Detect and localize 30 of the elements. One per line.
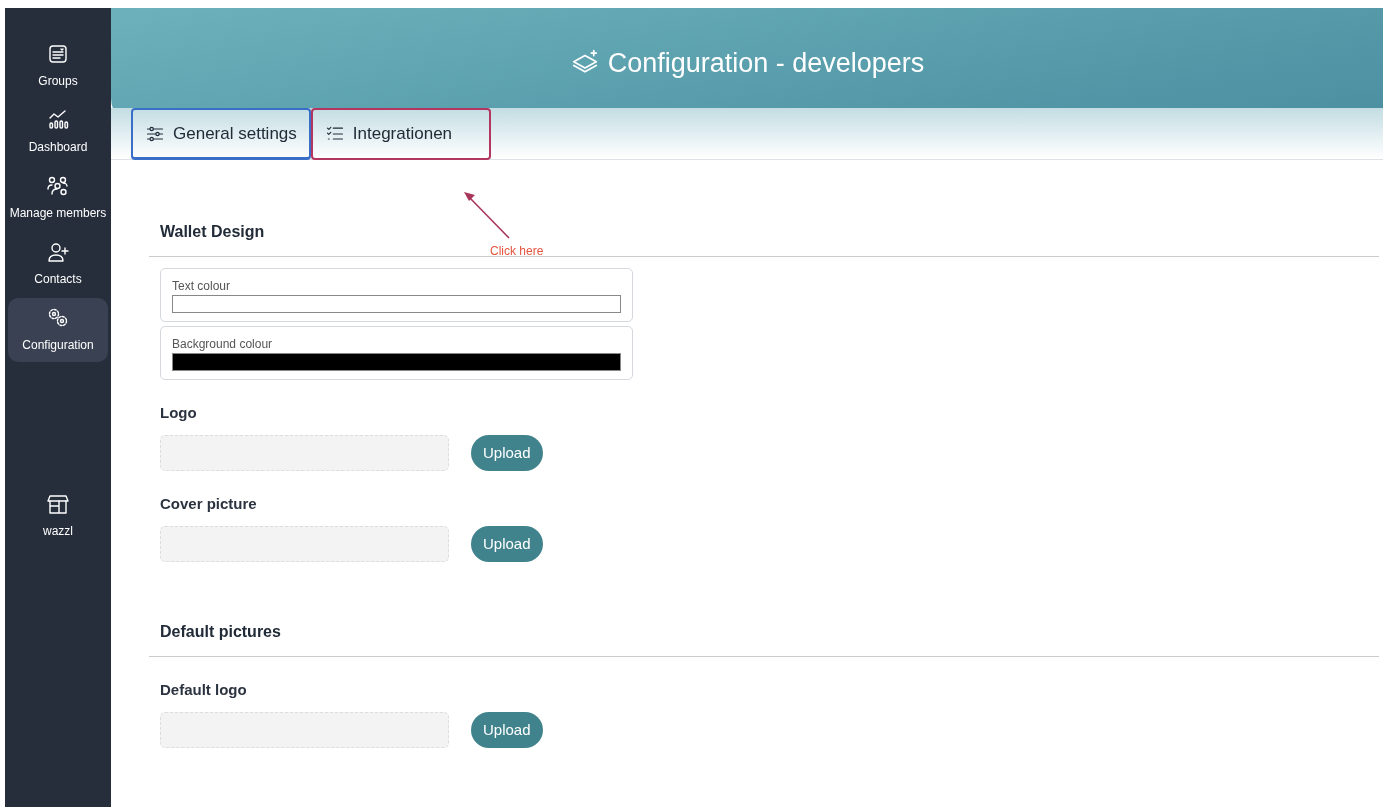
sidebar-item[interactable]: Dashboard [8,100,108,164]
upload-button[interactable]: Upload [471,434,543,471]
tab[interactable]: Integrationen [310,108,491,160]
image-dropzone[interactable] [160,711,449,748]
sidebar-item[interactable]: wazzl [8,484,108,548]
people-icon [46,174,70,198]
tab[interactable]: General settings [131,108,311,160]
person-add-icon [46,240,70,264]
image-dropzone[interactable] [160,525,449,562]
field-label: Default logo [160,680,248,700]
field-label: Text colour [172,278,232,295]
card-icon [46,42,70,66]
sidebar-item[interactable]: Groups [8,34,108,98]
sidebar-item[interactable]: Manage members [8,166,108,230]
store-icon [46,492,70,516]
sidebar-item[interactable]: Configuration [8,298,108,362]
field-label: Background colour [172,336,274,353]
field-label: Logo [160,403,198,423]
upload-button[interactable]: Upload [471,525,543,562]
sidebar-item[interactable]: Contacts [8,232,108,296]
color-swatch[interactable] [172,353,621,371]
color-swatch[interactable] [172,295,621,313]
page-title: Configuration - developers [607,46,925,80]
annotation-arrow [464,192,510,239]
section-title: Default pictures [149,620,1379,657]
field-label: Cover picture [160,494,258,514]
chart-icon [46,108,70,132]
image-dropzone[interactable] [160,434,449,471]
annotation-text: Click here [490,243,544,260]
upload-button[interactable]: Upload [471,711,543,748]
